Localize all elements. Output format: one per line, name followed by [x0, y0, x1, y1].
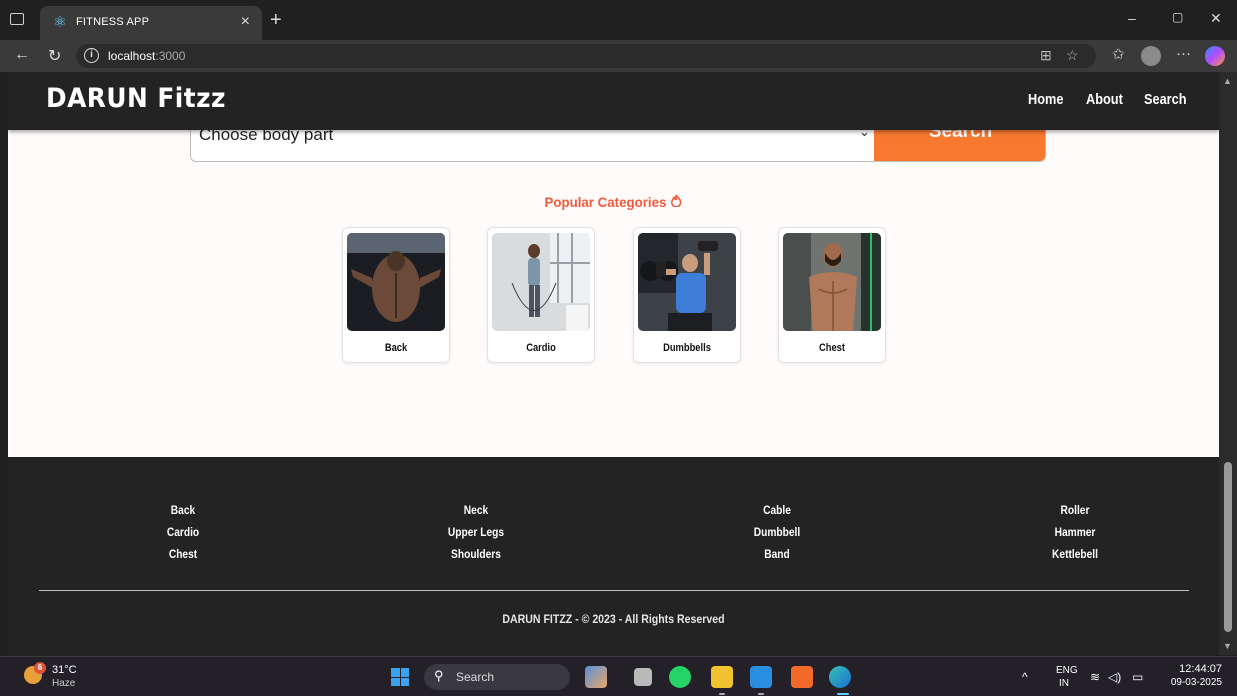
- chevron-up-icon[interactable]: ^: [1022, 670, 1028, 684]
- site-header: DARUN Fitzz Home About Search: [8, 72, 1219, 130]
- volume-icon[interactable]: ◁): [1108, 670, 1121, 684]
- scroll-down-arrow-icon[interactable]: ▼: [1223, 641, 1232, 651]
- copilot-icon[interactable]: [1205, 46, 1225, 66]
- chest-category-image: [783, 233, 881, 331]
- scroll-up-arrow-icon[interactable]: ▲: [1223, 76, 1232, 86]
- weather-condition-text: Haze: [52, 678, 76, 689]
- close-window-button[interactable]: ✕: [1210, 10, 1222, 27]
- footer-link-back[interactable]: Back: [115, 503, 251, 517]
- file-explorer-icon[interactable]: [711, 666, 733, 688]
- refresh-icon[interactable]: ↻: [48, 46, 61, 66]
- category-card-cardio[interactable]: Cardio: [487, 227, 595, 363]
- reader-view-icon[interactable]: ⊞: [1040, 47, 1052, 64]
- footer-link-cable[interactable]: Cable: [709, 503, 845, 517]
- footer-link-hammer[interactable]: Hammer: [1007, 525, 1143, 539]
- clock-time[interactable]: 12:44:07: [1162, 663, 1222, 675]
- nav-search[interactable]: Search: [1144, 91, 1187, 108]
- footer-link-cardio[interactable]: Cardio: [115, 525, 251, 539]
- favorites-icon[interactable]: ✩: [1112, 45, 1125, 63]
- active-indicator: [837, 693, 849, 695]
- footer-link-upper-legs[interactable]: Upper Legs: [408, 525, 544, 539]
- windows-taskbar: 6 31°C Haze ⚲ Search ^ ENG IN ≋ ◁) ▭ 12:…: [0, 656, 1237, 696]
- running-indicator: [758, 693, 764, 695]
- footer-link-neck[interactable]: Neck: [408, 503, 544, 517]
- popular-categories-heading: Popular Categories: [38, 194, 1188, 210]
- whatsapp-icon[interactable]: [669, 666, 691, 688]
- tab-actions-icon[interactable]: [10, 13, 24, 25]
- category-label: Chest: [819, 342, 845, 354]
- favorite-star-icon[interactable]: ☆: [1066, 47, 1079, 64]
- site-footer: Back Cardio Chest Neck Upper Legs Should…: [8, 457, 1219, 655]
- footer-divider: [39, 590, 1189, 591]
- category-label: Back: [384, 342, 408, 354]
- clock-date[interactable]: 09-03-2025: [1152, 677, 1222, 688]
- dumbbells-category-image: [638, 233, 736, 331]
- region-text[interactable]: IN: [1059, 678, 1069, 689]
- footer-link-chest[interactable]: Chest: [115, 547, 251, 561]
- start-button[interactable]: [391, 668, 409, 686]
- category-card-chest[interactable]: Chest: [778, 227, 886, 363]
- category-card-back[interactable]: Back: [342, 227, 450, 363]
- temperature-text: 31°C: [52, 664, 77, 676]
- tab-fitness-app[interactable]: ⚛ FITNESS APP ×: [40, 6, 262, 40]
- tab-close-icon[interactable]: ×: [241, 13, 250, 31]
- nav-home[interactable]: Home: [1028, 91, 1063, 108]
- restore-button[interactable]: ▢: [1172, 10, 1183, 24]
- site-info-icon[interactable]: i: [84, 48, 99, 63]
- address-bar-row: ← ↻ i localhost:3000 ⊞ ☆ ✩ ···: [0, 40, 1237, 72]
- footer-link-band[interactable]: Band: [709, 547, 845, 561]
- address-bar[interactable]: i localhost:3000 ⊞ ☆: [76, 44, 1096, 68]
- react-favicon-icon: ⚛: [53, 14, 67, 31]
- category-label: Dumbbells: [663, 342, 711, 354]
- profile-avatar[interactable]: [1141, 46, 1161, 66]
- back-arrow-icon[interactable]: ←: [14, 46, 30, 64]
- battery-icon[interactable]: ▭: [1132, 670, 1143, 684]
- weather-badge: 6: [34, 662, 46, 674]
- search-icon: ⚲: [434, 668, 444, 683]
- wifi-icon[interactable]: ≋: [1090, 670, 1100, 684]
- footer-link-shoulders[interactable]: Shoulders: [408, 547, 544, 561]
- cardio-category-image: [492, 233, 590, 331]
- taskbar-search-text: Search: [456, 670, 495, 684]
- flame-icon: [670, 194, 682, 210]
- running-indicator: [719, 693, 725, 695]
- edge-browser-icon[interactable]: [829, 666, 851, 688]
- task-view-icon[interactable]: [634, 668, 652, 686]
- more-options-icon[interactable]: ···: [1176, 45, 1191, 62]
- widgets-app-icon[interactable]: [585, 666, 607, 688]
- footer-link-dumbbell[interactable]: Dumbbell: [709, 525, 845, 539]
- minimize-button[interactable]: –: [1128, 10, 1136, 26]
- page-viewport: DARUN Fitzz Home About Search Choose bod…: [8, 72, 1219, 655]
- new-tab-button[interactable]: +: [270, 9, 282, 32]
- back-category-image: [347, 233, 445, 331]
- category-label: Cardio: [526, 342, 556, 354]
- copyright-text: DARUN FITZZ - © 2023 - All Rights Reserv…: [502, 612, 725, 626]
- url-text: localhost:3000: [108, 49, 186, 63]
- vscode-icon[interactable]: [750, 666, 772, 688]
- page-scrollbar[interactable]: ▲ ▼: [1219, 72, 1237, 655]
- browser-tab-bar: ⚛ FITNESS APP × + – ▢ ✕: [0, 0, 1237, 40]
- taskbar-search[interactable]: ⚲ Search: [424, 664, 570, 690]
- site-logo[interactable]: DARUN Fitzz: [46, 83, 226, 114]
- xampp-icon[interactable]: [791, 666, 813, 688]
- scrollbar-thumb[interactable]: [1224, 462, 1232, 632]
- tab-title: FITNESS APP: [76, 16, 150, 28]
- category-card-dumbbells[interactable]: Dumbbells: [633, 227, 741, 363]
- footer-link-kettlebell[interactable]: Kettlebell: [1007, 547, 1143, 561]
- language-text[interactable]: ENG: [1056, 665, 1078, 676]
- footer-link-roller[interactable]: Roller: [1007, 503, 1143, 517]
- nav-about[interactable]: About: [1086, 91, 1123, 108]
